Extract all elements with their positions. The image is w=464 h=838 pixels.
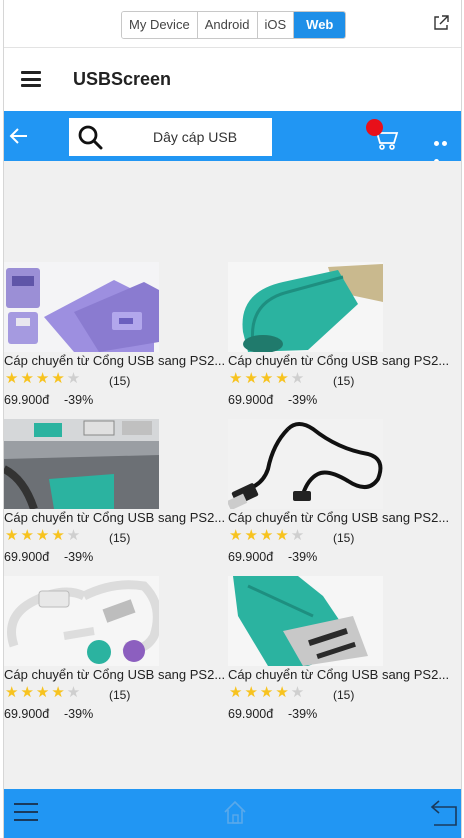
product-name: Cáp chuyển từ Cổng USB sang PS2... (4, 353, 226, 368)
tab-my-device[interactable]: My Device (122, 12, 198, 38)
product-name: Cáp chuyển từ Cổng USB sang PS2... (228, 353, 450, 368)
product-price: 69.900đ (4, 393, 50, 407)
product-card[interactable]: Cáp chuyển từ Cổng USB sang PS2... ★★★★★… (228, 419, 452, 575)
product-price: 69.900đ (228, 707, 274, 721)
review-count: (15) (333, 688, 355, 702)
menu-icon[interactable] (14, 803, 38, 821)
search-toolbar: Dây cáp USB (4, 111, 461, 164)
product-price: 69.900đ (228, 393, 274, 407)
search-icon (78, 125, 103, 150)
review-count: (15) (333, 531, 355, 545)
discount-badge: -39% (288, 550, 318, 564)
cart-badge (366, 119, 383, 136)
app-frame: My Device Android iOS Web USBScreen Dây … (3, 0, 462, 838)
tab-web[interactable]: Web (294, 12, 346, 38)
review-count: (15) (333, 374, 355, 388)
review-count: (15) (109, 531, 131, 545)
rating-stars: ★★★★★ (229, 370, 307, 387)
tab-ios[interactable]: iOS (257, 12, 295, 38)
tab-android[interactable]: Android (197, 12, 258, 38)
discount-badge: -39% (64, 550, 94, 564)
home-icon[interactable] (222, 799, 248, 825)
discount-badge: -39% (64, 393, 94, 407)
page-title: USBScreen (73, 69, 172, 89)
product-price: 69.900đ (4, 550, 50, 564)
product-grid: Cáp chuyển từ Cổng USB sang PS2... ★★★★★… (4, 161, 461, 789)
back-arrow-icon[interactable] (7, 124, 31, 148)
app-header: USBScreen (4, 48, 461, 111)
product-card[interactable]: Cáp chuyển từ Cổng USB sang PS2... ★★★★★… (228, 576, 452, 732)
product-name: Cáp chuyển từ Cổng USB sang PS2... (4, 510, 226, 525)
rating-stars: ★★★★★ (5, 684, 83, 701)
product-card[interactable]: Cáp chuyển từ Cổng USB sang PS2... ★★★★★… (228, 262, 452, 418)
product-image (228, 576, 383, 666)
back-icon[interactable] (430, 799, 458, 827)
search-box[interactable]: Dây cáp USB (69, 118, 272, 156)
product-image (4, 576, 159, 666)
rating-stars: ★★★★★ (229, 527, 307, 544)
product-name: Cáp chuyển từ Cổng USB sang PS2... (228, 510, 450, 525)
external-link-icon[interactable] (432, 14, 450, 32)
product-image (228, 262, 383, 352)
more-options-icon[interactable] (434, 133, 456, 164)
product-card[interactable]: Cáp chuyển từ Cổng USB sang PS2... ★★★★★… (4, 576, 228, 732)
product-card[interactable]: Cáp chuyển từ Cổng USB sang PS2... ★★★★★… (4, 262, 228, 418)
bottom-nav (4, 789, 461, 838)
product-price: 69.900đ (4, 707, 50, 721)
discount-badge: -39% (288, 707, 318, 721)
review-count: (15) (109, 374, 131, 388)
product-image (4, 262, 159, 352)
hamburger-menu-icon[interactable] (21, 71, 41, 87)
product-image (228, 419, 383, 509)
product-price: 69.900đ (228, 550, 274, 564)
review-count: (15) (109, 688, 131, 702)
discount-badge: -39% (288, 393, 318, 407)
device-switcher: My Device Android iOS Web (121, 11, 347, 39)
product-name: Cáp chuyển từ Cổng USB sang PS2... (4, 667, 226, 682)
product-image (4, 419, 159, 509)
rating-stars: ★★★★★ (229, 684, 307, 701)
product-card[interactable]: Cáp chuyển từ Cổng USB sang PS2... ★★★★★… (4, 419, 228, 575)
discount-badge: -39% (64, 707, 94, 721)
rating-stars: ★★★★★ (5, 527, 83, 544)
rating-stars: ★★★★★ (5, 370, 83, 387)
product-name: Cáp chuyển từ Cổng USB sang PS2... (228, 667, 450, 682)
search-text: Dây cáp USB (153, 129, 238, 145)
